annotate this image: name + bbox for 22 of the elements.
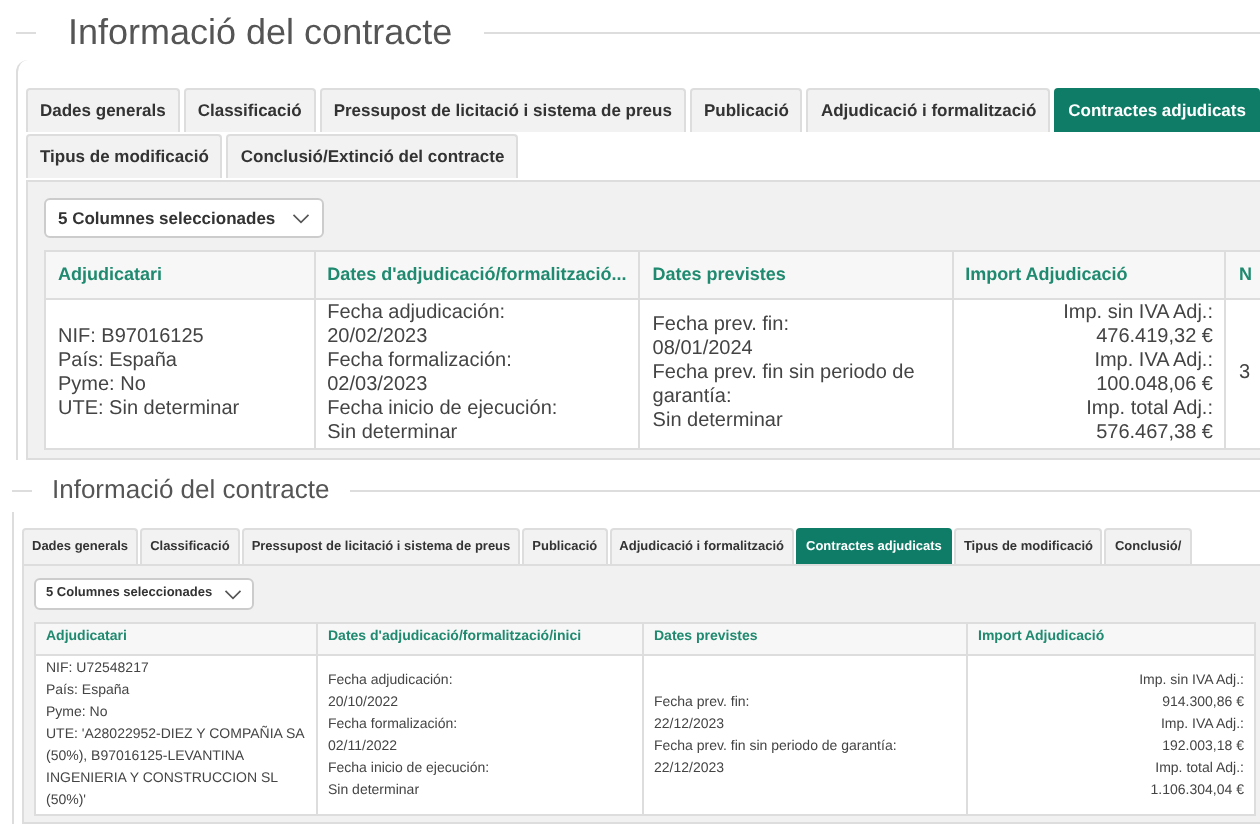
chevron-down-icon (224, 589, 242, 599)
tab[interactable]: Dades generals (26, 88, 180, 132)
table-cell: NIF: B97016125 País: España Pyme: No UTE: Sin determinar (45, 299, 315, 449)
section-title: Informació del contracte (50, 472, 332, 509)
tab[interactable]: Classificació (183, 88, 316, 132)
column-header[interactable]: Dates d'adjudicació/formalització... (314, 251, 640, 299)
table-cell: Fecha adjudicación: 20/02/2023 Fecha formalización: 02/03/2023 Fecha inicio de ejecución: Sin determinar (314, 299, 640, 449)
table-cell: Fecha prev. fin: 08/01/2024 Fecha prev. fin sin periodo de garantía: Sin determinar (639, 299, 953, 449)
column-header[interactable]: N (1225, 251, 1260, 299)
column-header[interactable]: Dates previstes (639, 251, 953, 299)
section-title: Informació del contracte (66, 9, 455, 55)
column-header[interactable]: Adjudicatari (45, 251, 315, 299)
chevron-down-icon (292, 213, 310, 223)
column-select-dropdown[interactable]: 5 Columnes seleccionades (44, 198, 324, 238)
tab[interactable]: Tipus de modificació (26, 134, 223, 178)
tab[interactable]: Publicació (689, 88, 803, 132)
tab[interactable]: Contractes adjudicats (1054, 88, 1260, 132)
column-header[interactable]: Import Adjudicació (952, 251, 1226, 299)
tab[interactable]: Conclusió/Extinció del contracte (226, 134, 519, 178)
tab[interactable]: Pressupost de licitació i sistema de preus (319, 88, 686, 132)
table-cell: Imp. sin IVA Adj.: 476.419,32 € Imp. IVA Adj.: 100.048,06 € Imp. total Adj.: 576.467,38 € (952, 299, 1226, 449)
tab[interactable]: Adjudicació i formalització (806, 88, 1051, 132)
